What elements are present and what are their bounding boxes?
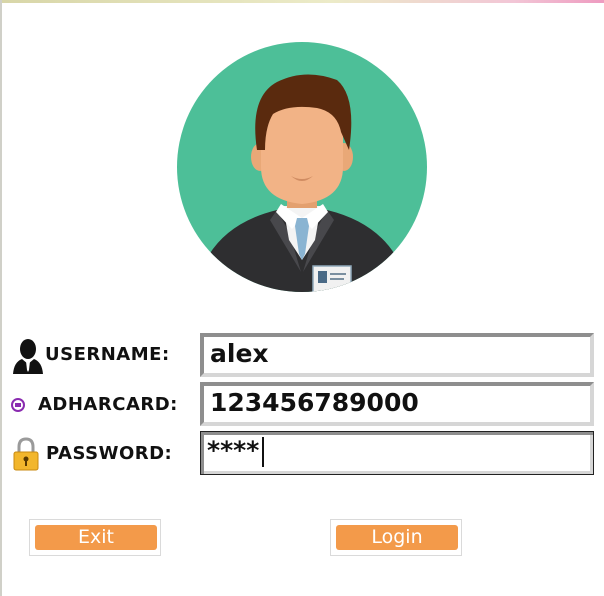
window-left-edge [0,0,2,596]
username-label: USERNAME: [45,344,170,365]
exit-button[interactable]: Exit [35,525,157,550]
text-caret [262,437,264,467]
user-avatar-icon [177,42,427,292]
password-field[interactable]: **** [200,431,594,475]
login-button[interactable]: Login [336,525,458,550]
login-button-frame: Login [330,519,462,556]
password-label: PASSWORD: [46,443,173,464]
adharcard-value: 123456789000 [210,388,419,417]
username-field[interactable]: alex [200,333,594,377]
adharcard-label: ADHARCARD: [38,394,178,415]
exit-button-frame: Exit [29,519,161,556]
username-value: alex [210,339,269,368]
adharcard-field[interactable]: 123456789000 [200,382,594,426]
card-icon [11,398,25,412]
padlock-icon [13,437,39,471]
user-silhouette-icon [13,339,43,374]
window-top-strip [0,0,604,3]
password-value: **** [207,436,260,465]
